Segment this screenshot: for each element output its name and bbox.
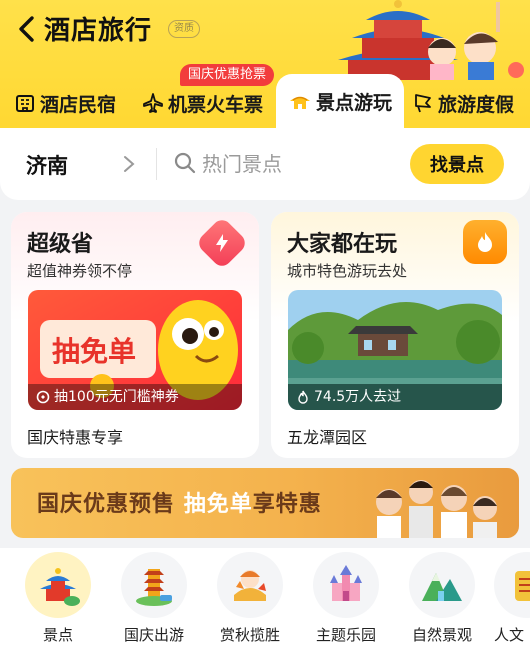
flame-small-icon — [296, 390, 310, 404]
category-label: 人文 — [494, 626, 525, 644]
category-culture[interactable]: 人文 — [494, 552, 530, 645]
hotel-icon — [16, 95, 34, 112]
card-label: 五龙潭园区 — [287, 428, 368, 447]
card-label: 国庆特惠专享 — [27, 428, 124, 447]
tab-vacation[interactable]: 旅游度假 — [412, 88, 514, 118]
card-title: 大家都在玩 — [287, 232, 398, 257]
search-bar: 济南 找景点 — [0, 128, 530, 200]
search-input[interactable] — [202, 149, 402, 179]
free-order-image[interactable]: 抽免单 抽100元无门槛神券 — [28, 290, 242, 410]
category-label: 自然景观 — [411, 626, 472, 644]
card-title: 超级省 — [27, 232, 94, 257]
tab-attractions[interactable]: 景点游玩 — [276, 74, 405, 128]
category-nature[interactable]: 自然景观 — [402, 552, 482, 645]
category-label: 景点 — [42, 626, 73, 644]
people-illustration — [376, 480, 497, 538]
category-national-day[interactable]: 国庆出游 — [114, 552, 194, 645]
image-caption: 抽100元无门槛神券 — [28, 384, 242, 410]
lightning-icon — [216, 234, 228, 252]
flame-badge — [463, 220, 507, 264]
image-caption: 74.5万人去过 — [288, 384, 502, 410]
banner-text: 国庆优惠预售 抽免单享特惠 — [37, 486, 322, 518]
wulongtan-image[interactable]: 74.5万人去过 — [288, 290, 502, 410]
banner-end-text: 享特惠 — [252, 492, 322, 517]
castle-icon — [330, 565, 362, 601]
category-shortcuts: 景点 国庆出游 赏秋揽胜 主题乐园 自然景观 人文 — [0, 548, 530, 651]
flag-icon — [415, 94, 431, 113]
pagoda-icon — [290, 96, 310, 109]
search-button[interactable]: 找景点 — [410, 144, 504, 184]
tab-label: 旅游度假 — [438, 93, 515, 116]
temple-icon — [40, 568, 80, 606]
category-attractions[interactable]: 景点 — [18, 552, 98, 645]
plane-icon — [143, 93, 163, 113]
category-label: 赏秋揽胜 — [219, 626, 280, 644]
category-label: 国庆出游 — [123, 626, 184, 644]
divider — [156, 148, 157, 180]
free-order-text: 抽免单 — [52, 335, 137, 368]
category-theme-park[interactable]: 主题乐园 — [306, 552, 386, 645]
mountain-icon — [422, 573, 462, 601]
pagoda-travel-icon — [136, 569, 172, 606]
tab-hotel[interactable]: 酒店民宿 — [14, 88, 116, 118]
qualification-badge[interactable]: 资质 — [168, 20, 200, 38]
chevron-right-icon[interactable] — [122, 154, 136, 174]
popular-card[interactable]: 大家都在玩 城市特色游玩去处 74.5万人去过 五龙潭园区 — [271, 212, 519, 458]
tab-label: 景点游玩 — [316, 91, 393, 114]
autumn-icon — [234, 570, 266, 601]
coupon-icon — [36, 390, 50, 404]
card-subtitle: 超值神券领不停 — [27, 262, 133, 280]
card-subtitle: 城市特色游玩去处 — [287, 262, 408, 280]
caption-text: 抽100元无门槛神券 — [54, 389, 179, 405]
flame-icon — [478, 232, 492, 252]
page-title: 酒店旅行 — [44, 16, 153, 46]
back-button[interactable] — [14, 14, 40, 44]
top-bar: 酒店旅行 资质 — [0, 0, 530, 80]
national-day-banner[interactable]: 国庆优惠预售 抽免单享特惠 — [11, 468, 519, 538]
caption-text: 74.5万人去过 — [314, 389, 402, 405]
category-label: 主题乐园 — [315, 626, 376, 644]
promo-tag: 国庆优惠抢票 — [180, 64, 275, 86]
city-selector[interactable]: 济南 — [26, 150, 68, 180]
tab-flights-trains[interactable]: 机票火车票 — [142, 88, 263, 118]
culture-icon — [515, 571, 530, 601]
super-save-card[interactable]: 超级省 超值神券领不停 抽免单 抽100元无门槛神券 国庆特惠专享 — [11, 212, 259, 458]
banner-main-text: 国庆优惠预售 — [37, 492, 176, 517]
temple-illustration — [330, 0, 530, 80]
tab-label: 酒店民宿 — [40, 93, 117, 116]
category-autumn[interactable]: 赏秋揽胜 — [210, 552, 290, 645]
banner-highlight-text: 抽免单 — [183, 492, 253, 517]
tab-label: 机票火车票 — [168, 93, 264, 116]
search-icon — [174, 152, 196, 174]
